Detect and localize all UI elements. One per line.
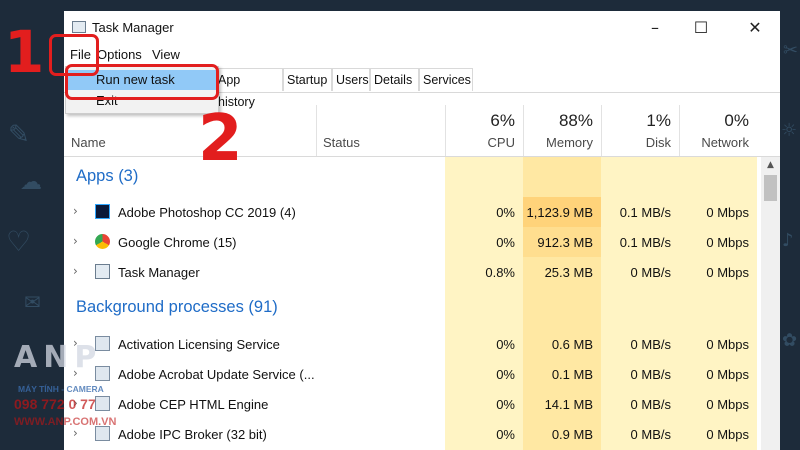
- anp-watermark: ANP MÁY TÍNH - CAMERA 098 772 0 77 WWW.A…: [14, 340, 140, 440]
- step-1-annotation: 1: [4, 18, 45, 86]
- network-value: 0 Mbps: [706, 367, 749, 382]
- cpu-value: 0%: [496, 337, 515, 352]
- process-name: Task Manager: [118, 265, 200, 280]
- expand-chevron-icon[interactable]: ›: [73, 264, 78, 278]
- expand-chevron-icon[interactable]: ›: [73, 204, 78, 218]
- network-header-label: Network: [701, 135, 749, 150]
- disk-header-label: Disk: [645, 135, 671, 150]
- memory-value: 0.6 MB: [551, 337, 593, 352]
- run-new-task-highlight-box: [65, 64, 219, 100]
- close-button[interactable]: ✕: [732, 11, 778, 43]
- anp-logo: ANP: [14, 340, 103, 375]
- disk-value: 0.1 MB/s: [619, 205, 671, 220]
- table-row[interactable]: › Adobe CEP HTML Engine 0% 14.1 MB 0 MB/…: [64, 389, 761, 419]
- tab-startup[interactable]: Startup: [283, 68, 332, 91]
- task-manager-icon: [72, 21, 86, 33]
- disk-value: 0 MB/s: [630, 427, 671, 442]
- status-header-label: Status: [323, 135, 360, 150]
- task-manager-icon: [95, 264, 110, 279]
- expand-chevron-icon[interactable]: ›: [73, 234, 78, 248]
- chrome-icon: [95, 234, 110, 249]
- anp-tagline: MÁY TÍNH - CAMERA: [18, 384, 104, 394]
- tab-app-history[interactable]: App history: [214, 68, 283, 109]
- disk-column-header[interactable]: 1% Disk: [601, 105, 679, 156]
- network-value: 0 Mbps: [706, 397, 749, 412]
- cpu-column-header[interactable]: 6% CPU: [445, 105, 523, 156]
- memory-value: 0.1 MB: [551, 367, 593, 382]
- cpu-value: 0%: [496, 205, 515, 220]
- step-2-annotation: 2: [198, 102, 243, 176]
- scroll-up-icon[interactable]: ▲: [761, 157, 780, 174]
- status-column-header[interactable]: Status: [316, 105, 445, 156]
- table-row[interactable]: › Adobe Photoshop CC 2019 (4) 0% 1,123.9…: [64, 197, 761, 227]
- memory-value: 912.3 MB: [537, 235, 593, 250]
- tab-services[interactable]: Services: [419, 68, 473, 91]
- process-name: Adobe CEP HTML Engine: [118, 397, 269, 412]
- process-name: Google Chrome (15): [118, 235, 237, 250]
- process-list: Apps (3) › Adobe Photoshop CC 2019 (4) 0…: [64, 157, 761, 450]
- table-row[interactable]: › Adobe IPC Broker (32 bit) 0% 0.9 MB 0 …: [64, 419, 761, 449]
- photoshop-icon: [95, 204, 110, 219]
- vertical-scrollbar[interactable]: ▲: [761, 157, 780, 450]
- disk-value: 0 MB/s: [630, 397, 671, 412]
- cpu-value: 0%: [496, 235, 515, 250]
- disk-value: 0 MB/s: [630, 367, 671, 382]
- cpu-header-label: CPU: [487, 135, 515, 150]
- process-name: Activation Licensing Service: [118, 337, 280, 352]
- network-column-header[interactable]: 0% Network: [679, 105, 757, 156]
- memory-total: 88%: [558, 111, 593, 130]
- cpu-value: 0.8%: [485, 265, 515, 280]
- memory-value: 1,123.9 MB: [526, 205, 594, 220]
- tab-users[interactable]: Users: [332, 68, 370, 91]
- disk-total: 1%: [646, 111, 671, 130]
- tab-details[interactable]: Details: [370, 68, 419, 91]
- process-name: Adobe IPC Broker (32 bit): [118, 427, 267, 442]
- table-row[interactable]: › Google Chrome (15) 0% 912.3 MB 0.1 MB/…: [64, 227, 761, 257]
- cpu-total: 6%: [490, 111, 515, 130]
- process-name: Adobe Acrobat Update Service (...: [118, 367, 315, 382]
- minimize-button[interactable]: –: [632, 11, 678, 43]
- background-processes-header[interactable]: Background processes (91): [76, 298, 278, 317]
- table-row[interactable]: › Activation Licensing Service 0% 0.6 MB…: [64, 329, 761, 359]
- menu-bar: File Options View: [64, 43, 780, 65]
- anp-phone: 098 772 0 77: [14, 396, 96, 412]
- disk-value: 0.1 MB/s: [619, 235, 671, 250]
- network-value: 0 Mbps: [706, 235, 749, 250]
- table-row[interactable]: › Task Manager 0.8% 25.3 MB 0 MB/s 0 Mbp…: [64, 257, 761, 287]
- network-total: 0%: [724, 111, 749, 130]
- memory-column-header[interactable]: 88% Memory: [523, 105, 601, 156]
- memory-value: 0.9 MB: [551, 427, 593, 442]
- network-value: 0 Mbps: [706, 337, 749, 352]
- scrollbar-thumb[interactable]: [764, 175, 777, 201]
- network-value: 0 Mbps: [706, 427, 749, 442]
- cpu-value: 0%: [496, 427, 515, 442]
- name-column-header[interactable]: Name: [71, 135, 106, 150]
- network-value: 0 Mbps: [706, 205, 749, 220]
- memory-value: 14.1 MB: [544, 397, 593, 412]
- window-title: Task Manager: [92, 20, 174, 35]
- table-row[interactable]: › Adobe Acrobat Update Service (... 0% 0…: [64, 359, 761, 389]
- apps-section-header[interactable]: Apps (3): [76, 167, 138, 186]
- cpu-value: 0%: [496, 397, 515, 412]
- network-value: 0 Mbps: [706, 265, 749, 280]
- disk-value: 0 MB/s: [630, 337, 671, 352]
- cpu-value: 0%: [496, 367, 515, 382]
- disk-value: 0 MB/s: [630, 265, 671, 280]
- memory-value: 25.3 MB: [544, 265, 593, 280]
- memory-header-label: Memory: [546, 135, 593, 150]
- title-bar: Task Manager – ☐ ✕: [64, 11, 780, 43]
- menu-options[interactable]: Options: [97, 47, 142, 62]
- maximize-button[interactable]: ☐: [678, 11, 724, 43]
- anp-url: WWW.ANP.COM.VN: [14, 416, 117, 428]
- menu-view[interactable]: View: [152, 47, 180, 62]
- process-name: Adobe Photoshop CC 2019 (4): [118, 205, 296, 220]
